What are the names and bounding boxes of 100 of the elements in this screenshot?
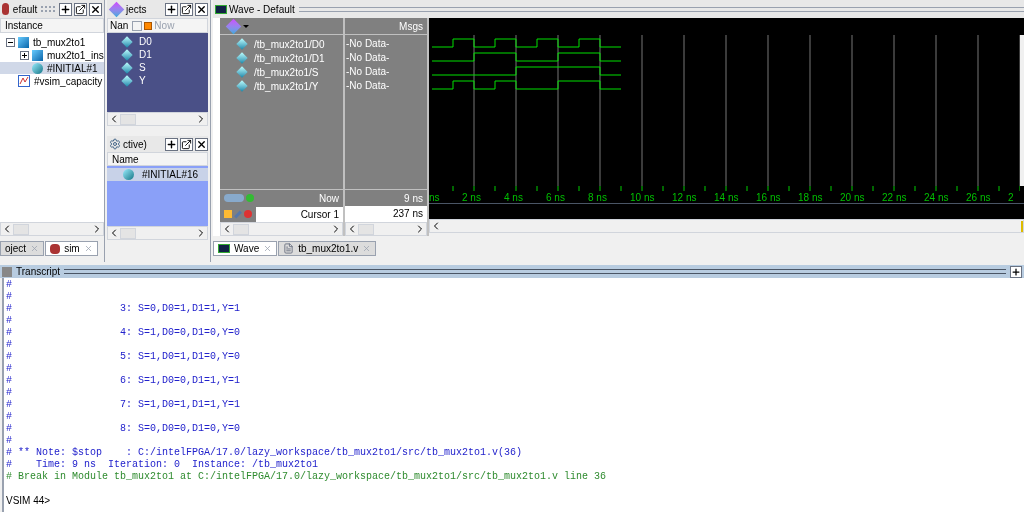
time-label: 2 (1008, 191, 1014, 205)
signal-value: -No Data- (346, 65, 391, 79)
tab[interactable]: oject (0, 241, 45, 256)
signal-name[interactable]: /tb_mux2to1/D0 (238, 37, 343, 51)
time-label: 26 ns (966, 191, 991, 205)
tree-item[interactable]: #INITIAL#1 (0, 62, 104, 74)
signal-name[interactable]: /tb_mux2to1/S (238, 65, 343, 79)
time-label: 24 ns (924, 191, 949, 205)
tree-item[interactable]: tb_mux2to1 (0, 36, 104, 48)
stop-icon (144, 21, 153, 30)
undock-icon[interactable] (74, 2, 87, 16)
transcript-line: # (6, 363, 12, 375)
drag-grip[interactable] (41, 6, 55, 12)
horizontal-scrollbar[interactable] (107, 112, 208, 126)
tree-item[interactable]: #vsim_capacity (0, 75, 104, 87)
window-title: Wave - Default (229, 2, 295, 17)
time-label: 6 ns (546, 191, 565, 205)
tab[interactable]: sim (45, 241, 98, 256)
transcript-line: # (6, 411, 12, 423)
signal-name[interactable]: /tb_mux2to1/Y (238, 79, 343, 93)
horizontal-scrollbar[interactable] (220, 222, 343, 236)
scroll-thumb[interactable] (120, 113, 136, 125)
horizontal-scrollbar[interactable] (0, 222, 104, 236)
column-header[interactable]: Instance (0, 18, 104, 33)
tree-item[interactable]: mux2to1_ins (0, 49, 104, 61)
transcript-line: # ** Note: $stop : C:/intelFPGA/17.0/lazy_workspace/tb_mux2to1/src/tb_mux2to1.v(36) (6, 447, 523, 459)
object-item[interactable]: Y (123, 74, 208, 87)
signal-value: -No Data- (346, 51, 391, 65)
scroll-thumb[interactable] (13, 223, 29, 235)
process-item[interactable]: #INITIAL#16 (107, 168, 208, 181)
transcript-line: # 8: S=0,D0=0,D1=0,Y=0 (6, 423, 241, 435)
tab[interactable]: tb_mux2to1.v (278, 241, 377, 256)
object-item[interactable]: D1 (123, 48, 208, 61)
sim-icon (2, 3, 9, 15)
transcript-line: # Break in Module tb_mux2to1 at C:/intelFPGA/17.0/lazy_workspace/tb_mux2to1/src/tb_mux2to1.v line 36 (6, 471, 607, 483)
transcript-icon (2, 266, 12, 277)
transcript-line: # (6, 315, 12, 327)
capacity-icon (18, 75, 30, 87)
transcript-line: # 4: S=1,D0=0,D1=0,Y=0 (6, 327, 241, 339)
column-header[interactable]: Nan (108, 18, 131, 33)
toolbar-icon[interactable] (132, 20, 143, 31)
close-icon[interactable] (195, 2, 208, 16)
transcript-line: # 7: S=1,D0=1,D1=1,Y=1 (6, 399, 241, 411)
wave-icon (218, 244, 230, 253)
cursor-value: 237 ns (345, 206, 427, 222)
command-prompt[interactable]: VSIM 44> (6, 495, 51, 507)
transcript-line: # 6: S=1,D0=0,D1=1,Y=1 (6, 375, 241, 387)
object-item[interactable]: S (123, 61, 208, 74)
caret-icon[interactable] (243, 24, 249, 28)
transcript-line: # (6, 435, 12, 447)
transcript-line: # (6, 387, 12, 399)
time-label: 12 ns (672, 191, 697, 205)
transcript-line: # 3: S=0,D0=1,D1=1,Y=1 (6, 303, 241, 315)
scroll-thumb[interactable] (233, 223, 249, 235)
tab[interactable]: Wave (213, 241, 278, 256)
time-label: 22 ns (882, 191, 907, 205)
horizontal-scrollbar[interactable] (429, 219, 1024, 233)
undock-icon[interactable] (180, 137, 193, 151)
signal-name[interactable]: /tb_mux2to1/D1 (238, 51, 343, 65)
signal-icon (236, 66, 248, 78)
signal-icon (236, 80, 248, 92)
file-icon (283, 243, 295, 254)
scroll-thumb[interactable] (120, 227, 136, 239)
transcript-line: # (6, 279, 12, 291)
process-icon (32, 62, 43, 74)
now-label: Now (319, 191, 339, 206)
add-icon[interactable] (165, 2, 178, 16)
transcript-line: # (6, 291, 12, 303)
cursor-name[interactable]: Cursor 1 (256, 206, 343, 222)
time-label: 14 ns (714, 191, 739, 205)
close-icon[interactable] (195, 137, 208, 151)
time-label: 18 ns (798, 191, 823, 205)
horizontal-scrollbar[interactable] (107, 226, 208, 240)
add-icon[interactable] (165, 137, 178, 151)
transcript-line: # Time: 9 ns Iteration: 0 Instance: /tb_mux2to1 (6, 459, 319, 471)
object-item[interactable]: D0 (123, 35, 208, 48)
column-header[interactable]: Name (107, 152, 208, 166)
transcript-line: # 5: S=1,D0=1,D1=0,Y=0 (6, 351, 241, 363)
objects-icon (108, 1, 125, 17)
add-icon[interactable] (1010, 265, 1022, 278)
expand-icon[interactable] (20, 50, 29, 60)
time-label: 4 ns (504, 191, 523, 205)
time-label: ns (429, 191, 440, 205)
scroll-thumb[interactable] (358, 223, 374, 235)
collapse-icon[interactable] (6, 37, 15, 47)
time-label: 8 ns (588, 191, 607, 205)
gear-icon (109, 138, 121, 150)
transcript-line: # (6, 339, 12, 351)
horizontal-scrollbar[interactable] (345, 222, 427, 236)
panel-title: jects (126, 2, 147, 17)
signal-icon (121, 61, 133, 74)
time-label: 20 ns (840, 191, 865, 205)
add-icon[interactable] (59, 2, 72, 16)
msgs-header: Msgs (345, 18, 427, 35)
time-label: 16 ns (756, 191, 781, 205)
undock-icon[interactable] (180, 2, 193, 16)
scroll-thumb[interactable] (1021, 220, 1023, 232)
close-icon[interactable] (89, 2, 102, 16)
panel-title: Transcript (16, 265, 61, 279)
time-label: 10 ns (630, 191, 655, 205)
